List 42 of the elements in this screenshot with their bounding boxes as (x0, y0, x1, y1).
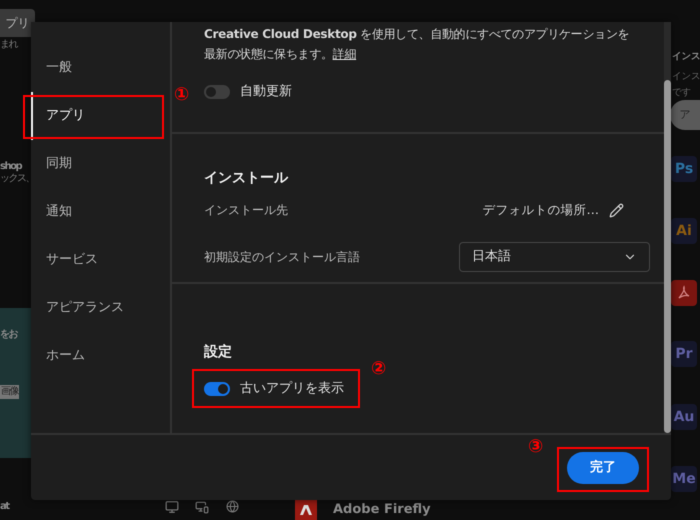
done-button[interactable]: 完了 (567, 452, 639, 484)
app-name: Adobe Firefly (333, 501, 431, 519)
background-text: です (672, 86, 691, 100)
toggle-label: 古いアプリを表示 (240, 380, 344, 398)
setting-label: インストール先 (204, 202, 288, 220)
step-number: ③ (528, 436, 544, 458)
toggle-switch[interactable] (204, 84, 230, 99)
monitor-icon[interactable] (165, 500, 179, 514)
section-heading: 設定 (204, 342, 233, 362)
scrollbar[interactable] (664, 22, 671, 433)
step-number: ② (371, 358, 386, 380)
background-text: インス (672, 50, 700, 64)
section-heading: インストール (204, 169, 290, 188)
app-icon[interactable] (671, 280, 697, 306)
sidebar-item[interactable]: アプリ (31, 92, 170, 140)
edit-icon[interactable] (609, 202, 624, 218)
toggle-label: 自動更新 (240, 83, 292, 101)
sidebar-item[interactable]: ホーム (31, 332, 170, 380)
background-text: shop (0, 160, 22, 174)
background-text: をお (0, 328, 17, 342)
details-link[interactable]: 詳細 (332, 47, 356, 61)
toggle-switch[interactable] (204, 382, 230, 396)
firefly-logo-icon (295, 500, 317, 520)
background-text: 画像 (0, 385, 19, 399)
sidebar-item[interactable]: サービス (31, 236, 170, 284)
acrobat-logo-icon (676, 285, 692, 301)
language-dropdown[interactable]: 日本語 (459, 242, 650, 272)
sidebar-item[interactable]: 通知 (31, 188, 170, 236)
step-number: ① (174, 84, 190, 106)
background-text: まれ (0, 38, 17, 52)
background-text: at (0, 500, 9, 514)
sidebar-item[interactable]: 同期 (31, 140, 170, 188)
description-text: Creative Cloud Desktop を使用して、自動的にすべてのアプリケーションを最新の状態に保ちます。詳細 (204, 26, 630, 63)
sidebar-item[interactable]: アピアランス (31, 284, 170, 332)
background-text: インス (672, 70, 700, 84)
background-text: ックス、 (0, 172, 34, 186)
sidebar-item[interactable]: 一般 (31, 44, 170, 92)
app-tab[interactable]: プリ (0, 9, 35, 37)
devices-icon[interactable] (195, 500, 209, 514)
install-location-value: デフォルトの場所… (482, 201, 599, 219)
web-icon[interactable] (226, 500, 239, 513)
setting-label: 初期設定のインストール言語 (204, 248, 360, 266)
